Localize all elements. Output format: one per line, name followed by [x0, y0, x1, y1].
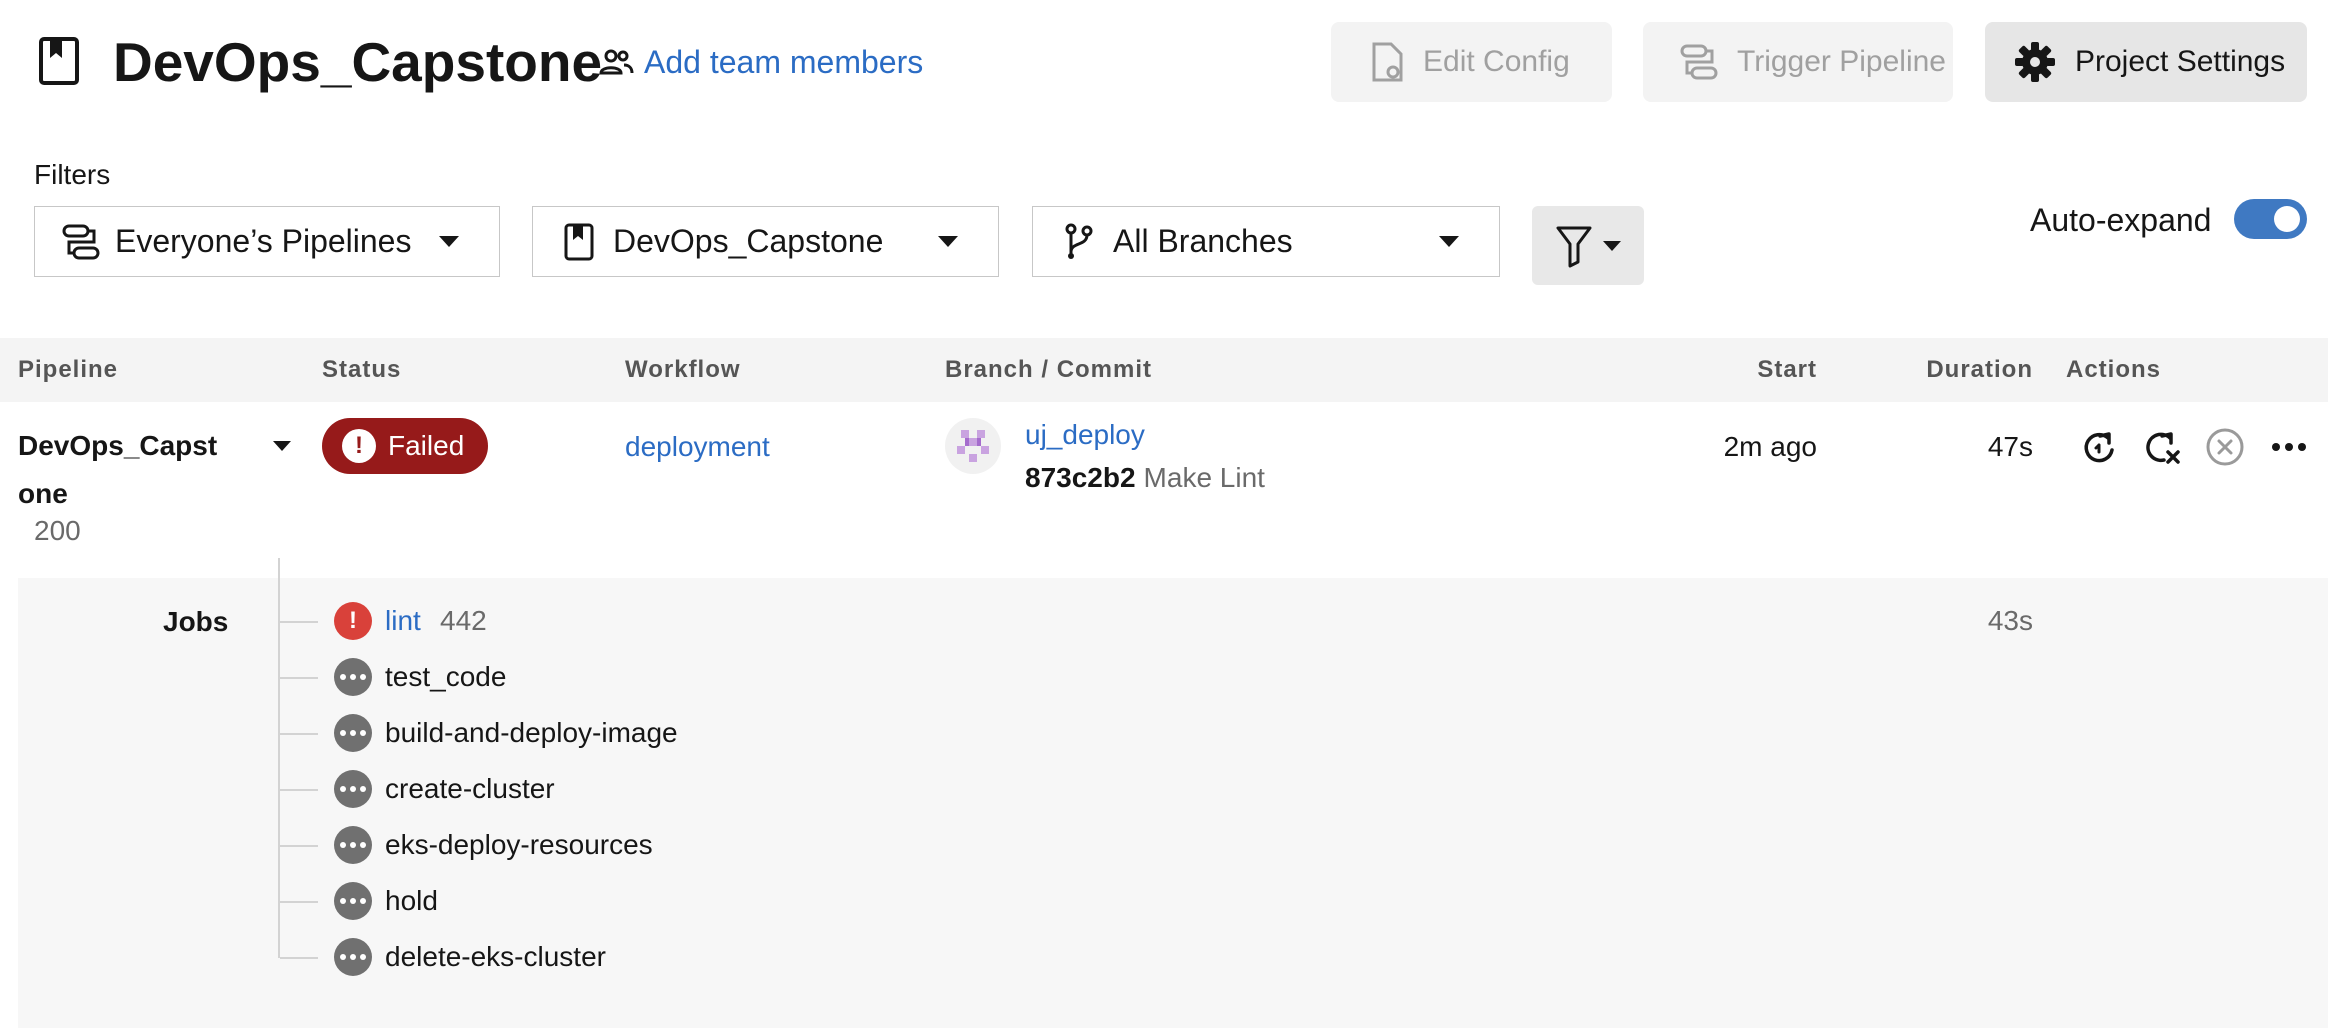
- column-header-branch-commit: Branch / Commit: [945, 356, 1153, 383]
- job-duration: 43s: [1987, 605, 2033, 636]
- chevron-down-icon: [439, 236, 459, 247]
- file-gear-icon: [1372, 42, 1403, 82]
- project-title: DevOps_Capstone: [113, 31, 603, 93]
- project-bookmark-icon: [38, 36, 82, 86]
- add-team-members-label: Add team members: [644, 43, 924, 80]
- job-pending-icon: [334, 938, 372, 976]
- people-icon: [599, 49, 634, 75]
- job-name[interactable]: build-and-deploy-image: [385, 716, 678, 750]
- jobs-tree-line: [278, 558, 280, 958]
- column-header-workflow: Workflow: [625, 356, 741, 383]
- branch-filter-value: All Branches: [1113, 223, 1293, 259]
- pipeline-icon: [62, 224, 100, 259]
- chevron-down-icon: [1439, 236, 1459, 247]
- pipeline-icon: [1680, 44, 1718, 80]
- job-name[interactable]: create-cluster: [385, 772, 555, 806]
- job-pending-icon: [334, 770, 372, 808]
- job-link[interactable]: lint: [385, 604, 421, 638]
- workflow-link[interactable]: deployment: [625, 430, 770, 464]
- pipelines-filter-dropdown[interactable]: Everyone’s Pipelines: [34, 206, 500, 277]
- pipeline-number: 200: [34, 515, 81, 546]
- add-team-members-link[interactable]: Add team members: [598, 38, 923, 86]
- chevron-down-icon: [938, 236, 958, 247]
- advanced-filter-button[interactable]: [1532, 206, 1644, 285]
- tree-connector: [280, 901, 318, 903]
- rerun-failed-icon[interactable]: [2140, 426, 2182, 468]
- auto-expand-label: Auto-expand: [2030, 202, 2212, 238]
- pipeline-duration: 47s: [1987, 431, 2033, 462]
- job-number: 442: [440, 605, 487, 636]
- filters-label: Filters: [34, 159, 111, 190]
- trigger-pipeline-button[interactable]: Trigger Pipeline: [1643, 22, 1953, 102]
- project-settings-label: Project Settings: [2075, 45, 2286, 78]
- rerun-icon[interactable]: [2078, 426, 2120, 468]
- project-filter-dropdown[interactable]: DevOps_Capstone: [532, 206, 999, 277]
- trigger-pipeline-label: Trigger Pipeline: [1737, 45, 1946, 78]
- column-header-status: Status: [322, 356, 402, 383]
- funnel-icon: [1556, 226, 1592, 267]
- status-badge[interactable]: ! Failed: [322, 418, 489, 474]
- project-bookmark-icon: [564, 223, 594, 260]
- tree-connector: [280, 677, 318, 679]
- tree-connector: [280, 957, 318, 959]
- commit-message: Make Lint: [1143, 462, 1265, 493]
- tree-connector: [280, 845, 318, 847]
- job-name[interactable]: eks-deploy-resources: [385, 828, 653, 862]
- branch-filter-dropdown[interactable]: All Branches: [1032, 206, 1500, 277]
- project-filter-value: DevOps_Capstone: [613, 223, 884, 259]
- start-time: 2m ago: [1723, 431, 1817, 462]
- alert-icon: !: [342, 429, 376, 463]
- chevron-down-icon: [1603, 240, 1621, 251]
- job-name[interactable]: hold: [385, 884, 438, 918]
- tree-connector: [280, 621, 318, 623]
- job-pending-icon: [334, 658, 372, 696]
- job-name[interactable]: test_code: [385, 660, 506, 694]
- jobs-label: Jobs: [163, 606, 229, 637]
- tree-connector: [280, 789, 318, 791]
- toggle-knob: [2274, 206, 2300, 232]
- cancel-icon[interactable]: [2204, 426, 2246, 468]
- auto-expand-toggle[interactable]: [2234, 199, 2307, 239]
- status-label: Failed: [388, 430, 465, 461]
- branch-link[interactable]: uj_deploy: [1025, 418, 1145, 452]
- pipeline-name[interactable]: DevOps_Capstone: [18, 422, 228, 518]
- edit-config-label: Edit Config: [1423, 45, 1570, 78]
- git-branch-icon: [1065, 223, 1093, 259]
- gear-icon: [2015, 42, 2055, 82]
- commit-hash: 873c2b2: [1025, 462, 1136, 493]
- job-pending-icon: [334, 826, 372, 864]
- avatar: [945, 418, 1001, 474]
- project-settings-button[interactable]: Project Settings: [1985, 22, 2307, 102]
- tree-connector: [280, 733, 318, 735]
- job-pending-icon: [334, 882, 372, 920]
- job-name[interactable]: delete-eks-cluster: [385, 940, 606, 974]
- expand-row-chevron-icon[interactable]: [273, 441, 291, 451]
- commit-info[interactable]: 873c2b2 Make Lint: [1025, 461, 1265, 495]
- more-options-icon[interactable]: [2268, 426, 2310, 468]
- column-header-duration: Duration: [1926, 356, 2033, 383]
- job-failed-icon: !: [334, 602, 372, 640]
- column-header-actions: Actions: [2066, 356, 2162, 383]
- column-header-pipeline: Pipeline: [18, 356, 119, 383]
- job-pending-icon: [334, 714, 372, 752]
- pipelines-filter-value: Everyone’s Pipelines: [115, 223, 412, 259]
- edit-config-button[interactable]: Edit Config: [1331, 22, 1612, 102]
- column-header-start: Start: [1757, 356, 1817, 383]
